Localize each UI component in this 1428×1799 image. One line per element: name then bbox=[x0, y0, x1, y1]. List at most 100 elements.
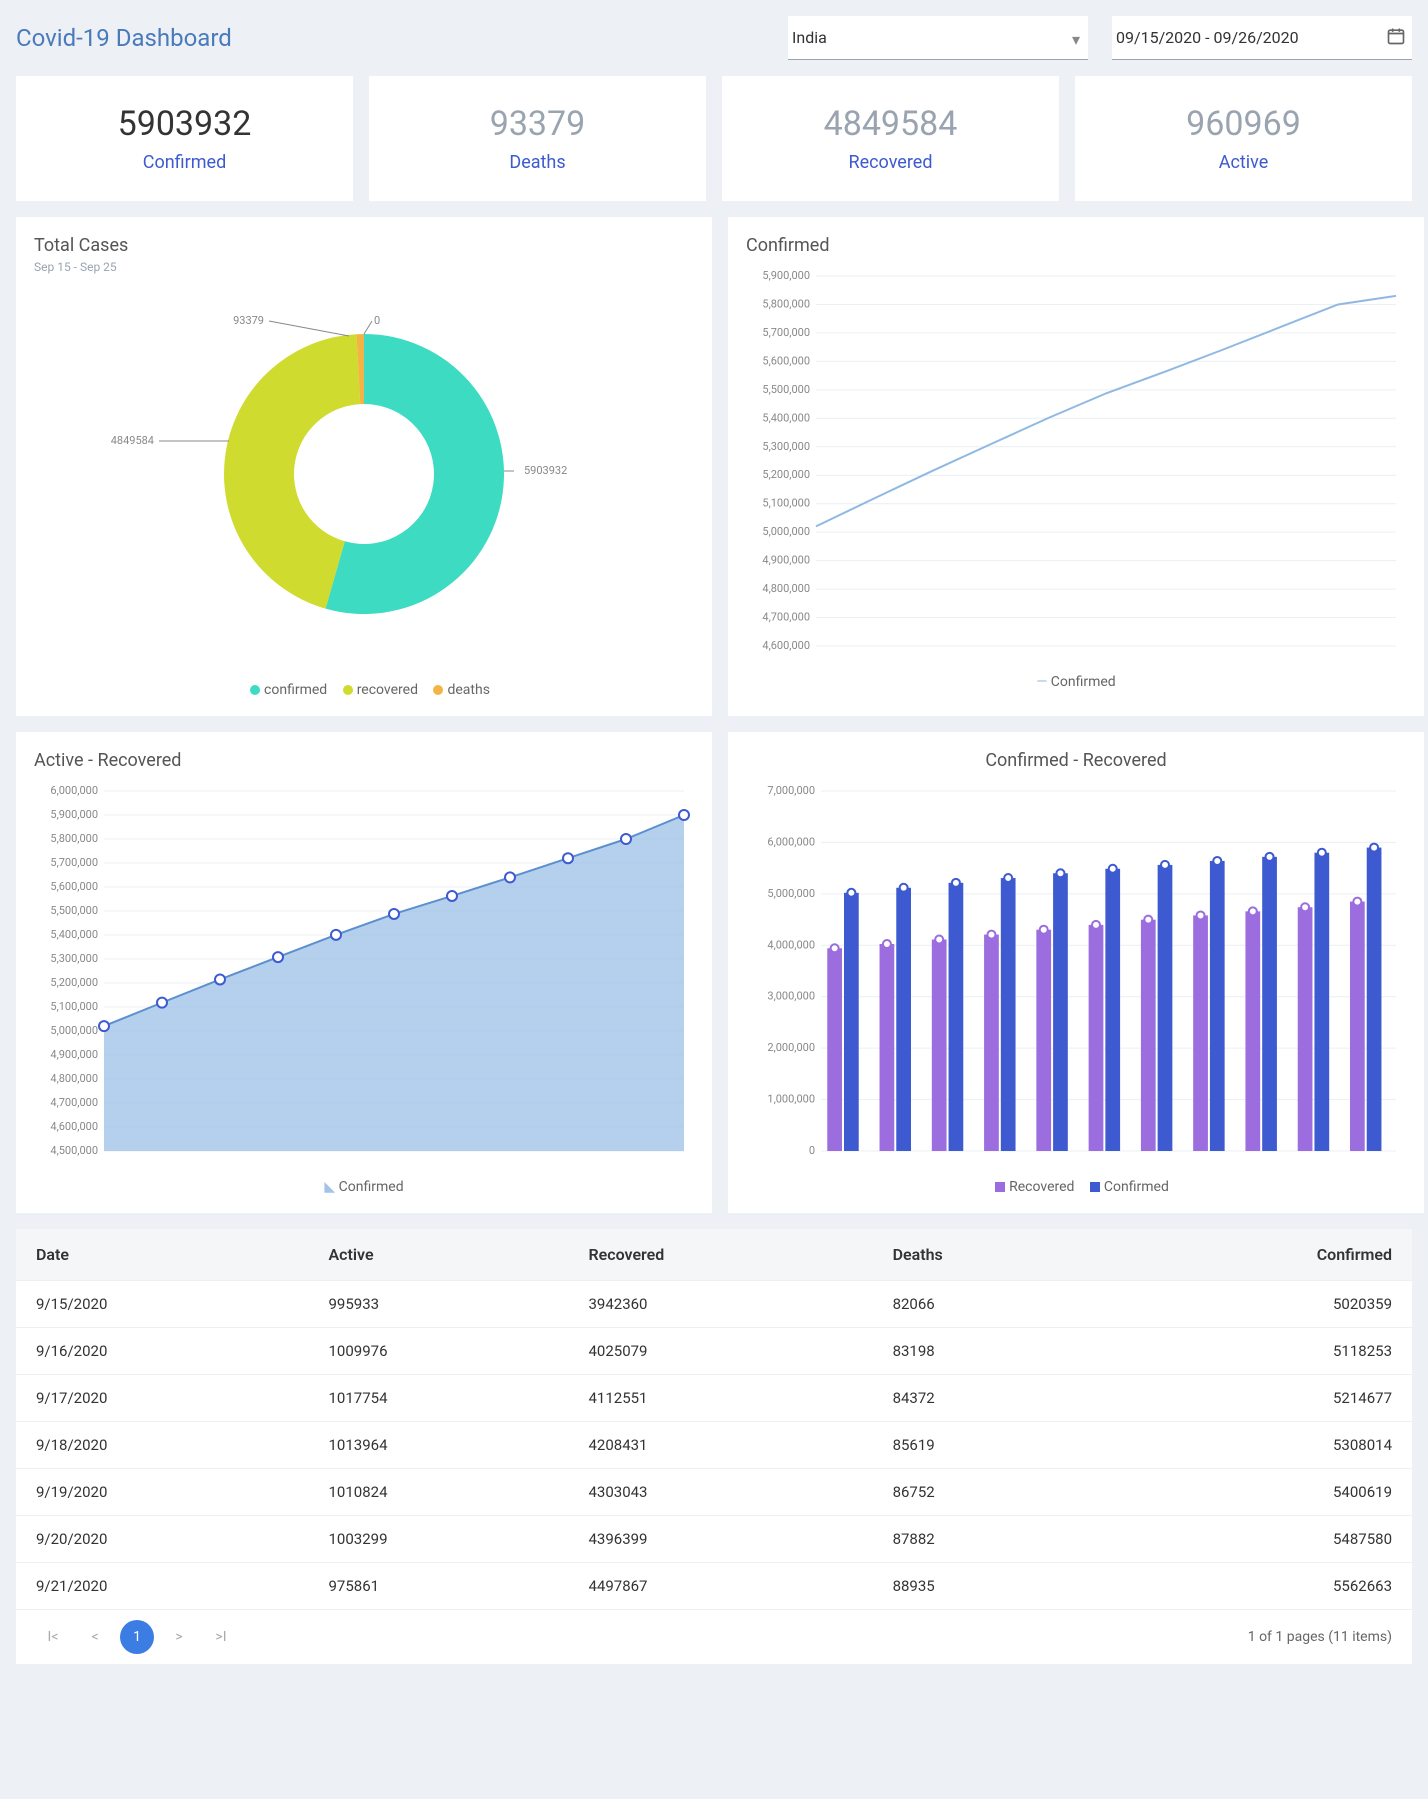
svg-text:2,000,000: 2,000,000 bbox=[767, 1041, 815, 1054]
pager-next-button[interactable]: > bbox=[162, 1620, 196, 1654]
stat-value: 960969 bbox=[1091, 104, 1396, 144]
pager-first-button[interactable]: I< bbox=[36, 1620, 70, 1654]
svg-text:5,800,000: 5,800,000 bbox=[50, 832, 98, 845]
svg-text:5,000,000: 5,000,000 bbox=[767, 887, 815, 900]
stat-card-deaths: 93379 Deaths bbox=[369, 76, 706, 201]
table-cell: 975861 bbox=[308, 1563, 568, 1610]
stat-value: 93379 bbox=[385, 104, 690, 144]
chart-legend: ◣ Confirmed bbox=[34, 1179, 694, 1195]
stat-card-active: 960969 Active bbox=[1075, 76, 1412, 201]
table-cell: 9/17/2020 bbox=[16, 1375, 308, 1422]
table-cell: 5214677 bbox=[1109, 1375, 1412, 1422]
country-select[interactable] bbox=[788, 16, 1088, 60]
svg-text:4,700,000: 4,700,000 bbox=[762, 611, 810, 624]
svg-text:4,600,000: 4,600,000 bbox=[762, 639, 810, 652]
confirmed-recovered-card: Confirmed - Recovered 0 1,000,000 2,000,00… bbox=[728, 732, 1424, 1213]
col-confirmed[interactable]: Confirmed bbox=[1109, 1229, 1412, 1281]
chart-legend: — Confirmed bbox=[746, 674, 1406, 690]
col-recovered[interactable]: Recovered bbox=[568, 1229, 872, 1281]
table-cell: 4303043 bbox=[568, 1469, 872, 1516]
stat-value: 5903932 bbox=[32, 104, 337, 144]
table-cell: 5562663 bbox=[1109, 1563, 1412, 1610]
table-cell: 85619 bbox=[873, 1422, 1110, 1469]
svg-text:5,100,000: 5,100,000 bbox=[762, 497, 810, 510]
svg-text:7,000,000: 7,000,000 bbox=[767, 784, 815, 797]
svg-text:5,300,000: 5,300,000 bbox=[762, 440, 810, 453]
svg-text:5,800,000: 5,800,000 bbox=[762, 297, 810, 310]
table-cell: 9/20/2020 bbox=[16, 1516, 308, 1563]
chart-title: Active - Recovered bbox=[34, 750, 694, 771]
svg-text:1,000,000: 1,000,000 bbox=[767, 1093, 815, 1106]
table-cell: 5020359 bbox=[1109, 1281, 1412, 1328]
stat-label: Confirmed bbox=[32, 152, 337, 173]
svg-text:4,800,000: 4,800,000 bbox=[50, 1072, 98, 1085]
col-deaths[interactable]: Deaths bbox=[873, 1229, 1110, 1281]
table-row[interactable]: 9/19/202010108244303043867525400619 bbox=[16, 1469, 1412, 1516]
table-row[interactable]: 9/20/202010032994396399878825487580 bbox=[16, 1516, 1412, 1563]
pager-page-1-button[interactable]: 1 bbox=[120, 1620, 154, 1654]
table-cell: 4208431 bbox=[568, 1422, 872, 1469]
pager-prev-button[interactable]: < bbox=[78, 1620, 112, 1654]
svg-text:5,100,000: 5,100,000 bbox=[50, 1000, 98, 1013]
svg-text:4849584: 4849584 bbox=[111, 434, 154, 447]
svg-text:4,800,000: 4,800,000 bbox=[762, 582, 810, 595]
pager-last-button[interactable]: >I bbox=[204, 1620, 238, 1654]
table-cell: 5400619 bbox=[1109, 1469, 1412, 1516]
table-cell: 86752 bbox=[873, 1469, 1110, 1516]
svg-text:5,000,000: 5,000,000 bbox=[762, 525, 810, 538]
table-row[interactable]: 9/15/20209959333942360820665020359 bbox=[16, 1281, 1412, 1328]
svg-text:5,200,000: 5,200,000 bbox=[762, 468, 810, 481]
stat-card-recovered: 4849584 Recovered bbox=[722, 76, 1059, 201]
page-title: Covid-19 Dashboard bbox=[16, 24, 788, 52]
table-cell: 88935 bbox=[873, 1563, 1110, 1610]
table-row[interactable]: 9/18/202010139644208431856195308014 bbox=[16, 1422, 1412, 1469]
line-chart: 4,600,000 4,700,000 4,800,000 4,900,000 5,00… bbox=[746, 256, 1406, 666]
svg-text:5,200,000: 5,200,000 bbox=[50, 976, 98, 989]
svg-text:5,400,000: 5,400,000 bbox=[50, 928, 98, 941]
svg-text:6,000,000: 6,000,000 bbox=[767, 835, 815, 848]
active-recovered-card: Active - Recovered 4,500,0004,600,0004,7… bbox=[16, 732, 712, 1213]
table-row[interactable]: 9/21/20209758614497867889355562663 bbox=[16, 1563, 1412, 1610]
chart-subtitle: Sep 15 - Sep 25 bbox=[34, 260, 694, 274]
svg-text:93379: 93379 bbox=[233, 314, 264, 327]
table-cell: 9/18/2020 bbox=[16, 1422, 308, 1469]
table-cell: 5487580 bbox=[1109, 1516, 1412, 1563]
col-active[interactable]: Active bbox=[308, 1229, 568, 1281]
svg-text:0: 0 bbox=[374, 314, 380, 327]
stat-label: Recovered bbox=[738, 152, 1043, 173]
table-cell: 9/16/2020 bbox=[16, 1328, 308, 1375]
table-cell: 995933 bbox=[308, 1281, 568, 1328]
chart-legend: Recovered Confirmed bbox=[746, 1179, 1406, 1195]
col-date[interactable]: Date bbox=[16, 1229, 308, 1281]
total-cases-card: Total Cases Sep 15 - Sep 25 590393248495… bbox=[16, 217, 712, 716]
table-row[interactable]: 9/16/202010099764025079831985118253 bbox=[16, 1328, 1412, 1375]
chart-title: Confirmed bbox=[746, 235, 1406, 256]
table-cell: 84372 bbox=[873, 1375, 1110, 1422]
table-row[interactable]: 9/17/202010177544112551843725214677 bbox=[16, 1375, 1412, 1422]
svg-text:4,900,000: 4,900,000 bbox=[762, 554, 810, 567]
data-table: Date Active Recovered Deaths Confirmed 9… bbox=[16, 1229, 1412, 1609]
table-cell: 9/21/2020 bbox=[16, 1563, 308, 1610]
svg-text:5,000,000: 5,000,000 bbox=[50, 1024, 98, 1037]
chart-title: Confirmed - Recovered bbox=[746, 750, 1406, 771]
table-cell: 9/15/2020 bbox=[16, 1281, 308, 1328]
date-range-input[interactable] bbox=[1112, 16, 1412, 60]
area-chart: 4,500,0004,600,0004,700,0004,800,0004,90… bbox=[34, 771, 694, 1171]
svg-text:5,900,000: 5,900,000 bbox=[762, 269, 810, 282]
svg-text:3,000,000: 3,000,000 bbox=[767, 990, 815, 1003]
svg-text:5,900,000: 5,900,000 bbox=[50, 808, 98, 821]
table-cell: 1009976 bbox=[308, 1328, 568, 1375]
svg-text:5,700,000: 5,700,000 bbox=[762, 326, 810, 339]
svg-text:4,700,000: 4,700,000 bbox=[50, 1096, 98, 1109]
table-cell: 87882 bbox=[873, 1516, 1110, 1563]
donut-chart: 59039324849584933790 bbox=[34, 274, 694, 674]
svg-text:4,600,000: 4,600,000 bbox=[50, 1120, 98, 1133]
table-cell: 5308014 bbox=[1109, 1422, 1412, 1469]
svg-text:0: 0 bbox=[809, 1144, 815, 1157]
table-cell: 4497867 bbox=[568, 1563, 872, 1610]
chart-legend: confirmed recovered deaths bbox=[34, 682, 694, 698]
chart-title: Total Cases bbox=[34, 235, 694, 256]
svg-text:5,300,000: 5,300,000 bbox=[50, 952, 98, 965]
svg-text:5,700,000: 5,700,000 bbox=[50, 856, 98, 869]
svg-text:5,600,000: 5,600,000 bbox=[762, 354, 810, 367]
